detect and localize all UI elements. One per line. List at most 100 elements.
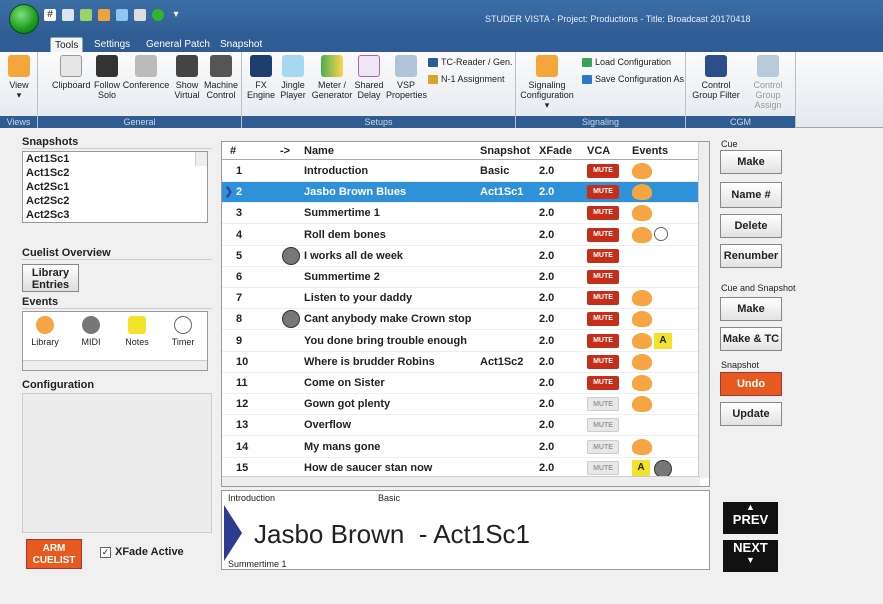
next-button[interactable]: NEXT ▼	[723, 540, 778, 572]
fx-engine-button[interactable]: FX Engine	[246, 55, 276, 100]
machine-control-button[interactable]: Machine Control	[204, 55, 238, 100]
table-row[interactable]: 9 You done bring trouble enough 2.0 MUTE A	[222, 331, 700, 352]
snapshot-section-title: Snapshot	[721, 360, 760, 370]
table-row[interactable]: 13 Overflow 2.0 MUTE	[222, 415, 700, 437]
table-row[interactable]: 6 Summertime 2 2.0 MUTE	[222, 267, 700, 288]
conference-button[interactable]: Conference	[122, 55, 170, 90]
header-snapshot[interactable]: Snapshot	[480, 145, 530, 157]
vsp-properties-button[interactable]: VSP Properties	[386, 55, 427, 100]
save-configuration-button[interactable]: Save Configuration As	[582, 74, 684, 84]
copy-icon[interactable]	[62, 9, 74, 21]
header-name[interactable]: Name	[304, 145, 334, 157]
delay-icon	[358, 55, 380, 77]
list-item[interactable]: Act1Sc2	[23, 166, 207, 180]
list-item[interactable]: Act2Sc3	[23, 208, 207, 222]
undo-button[interactable]: Undo	[720, 372, 782, 396]
grid-vertical-scrollbar[interactable]	[698, 142, 709, 478]
list-item[interactable]: Act2Sc2	[23, 194, 207, 208]
event-midi[interactable]: MIDI	[73, 316, 109, 347]
tab-general-patch[interactable]: General Patch	[142, 37, 214, 52]
header-xfade[interactable]: XFade	[539, 145, 572, 157]
header-events[interactable]: Events	[632, 145, 668, 157]
snapshots-title: Snapshots	[22, 136, 212, 149]
renumber-button[interactable]: Renumber	[720, 244, 782, 268]
qat-dropdown-icon[interactable]: ▾	[170, 9, 182, 21]
clipboard-button[interactable]: Clipboard	[52, 55, 91, 90]
table-row[interactable]: 1 Introduction Basic 2.0 MUTE	[222, 161, 700, 182]
table-row[interactable]: 10 Where is brudder Robins Act1Sc2 2.0 MUTE	[222, 352, 700, 373]
midi-icon	[82, 316, 100, 334]
library-entries-button[interactable]: Library Entries	[22, 264, 79, 292]
table-row[interactable]: ❯ 2 Jasbo Brown Blues Act1Sc1 2.0 MUTE	[222, 182, 700, 204]
xfade-active-toggle[interactable]: ✓ XFade Active	[100, 546, 184, 558]
table-row[interactable]: 3 Summertime 1 2.0 MUTE	[222, 203, 700, 225]
control-group-assign-button[interactable]: Control Group Assign	[742, 55, 794, 110]
header-vca[interactable]: VCA	[587, 145, 610, 157]
cue-xfade: 2.0	[539, 461, 555, 474]
make-button[interactable]: Make	[720, 150, 782, 174]
preview-current-cue: Jasbo Brown - Act1Sc1	[254, 519, 531, 549]
table-row[interactable]: 11 Come on Sister 2.0 MUTE	[222, 373, 700, 394]
event-notes[interactable]: Notes	[119, 316, 155, 347]
clipboard-icon[interactable]	[134, 9, 146, 21]
cuelist-grid[interactable]: # -> Name Snapshot XFade VCA Events 1 Int…	[221, 141, 710, 487]
cue-xfade: 2.0	[539, 313, 555, 326]
tab-tools[interactable]: Tools	[50, 37, 84, 52]
table-row[interactable]: 7 Listen to your daddy 2.0 MUTE	[222, 288, 700, 310]
prev-button[interactable]: ▲ PREV	[723, 502, 778, 534]
snapshots-list[interactable]: Act1Sc1 Act1Sc2 Act2Sc1 Act2Sc2 Act2Sc3	[22, 151, 208, 223]
app-menu-orb[interactable]	[9, 4, 39, 34]
events-scrollbar[interactable]	[23, 360, 207, 370]
cue-xfade: 2.0	[539, 440, 555, 453]
n1-assignment-button[interactable]: N-1 Assignment	[428, 74, 505, 84]
config-icon[interactable]	[98, 9, 110, 21]
meter-generator-button[interactable]: Meter / Generator	[310, 55, 354, 100]
follow-solo-button[interactable]: Follow Solo	[92, 55, 122, 100]
list-item[interactable]: Act1Sc1	[23, 152, 207, 166]
snapshots-scrollbar[interactable]	[195, 152, 207, 166]
down-arrow-icon: ▼	[746, 555, 755, 565]
tab-snapshot[interactable]: Snapshot	[216, 37, 266, 52]
save-icon[interactable]	[116, 9, 128, 21]
header-num[interactable]: #	[230, 145, 236, 157]
table-row[interactable]: 8 Cant anybody make Crown stop 2.0 MUTE	[222, 309, 700, 331]
paste-icon[interactable]	[80, 9, 92, 21]
make-tc-button[interactable]: Make & TC	[720, 327, 782, 351]
header-arrow[interactable]: ->	[280, 145, 290, 157]
table-row[interactable]: 12 Gown got plenty 2.0 MUTE	[222, 394, 700, 416]
load-configuration-button[interactable]: Load Configuration	[582, 57, 671, 67]
event-timer[interactable]: Timer	[165, 316, 201, 347]
grid-icon[interactable]: #	[44, 9, 56, 21]
cue-name: Where is brudder Robins	[304, 355, 435, 368]
quick-access-toolbar: # ▾	[44, 9, 182, 21]
tab-settings[interactable]: Settings	[90, 37, 134, 52]
show-virtual-button[interactable]: Show Virtual	[172, 55, 202, 100]
jingle-player-button[interactable]: Jingle Player	[278, 55, 308, 100]
make-cue-snapshot-button[interactable]: Make	[720, 297, 782, 321]
vca-mute-icon: MUTE	[587, 185, 619, 200]
event-library[interactable]: Library	[27, 316, 63, 347]
view-button[interactable]: View ▾	[4, 55, 34, 100]
cue-xfade: 2.0	[539, 419, 555, 432]
mask-icon	[632, 311, 652, 328]
table-row[interactable]: 5 I works all de week 2.0 MUTE	[222, 246, 700, 267]
grid-horizontal-scrollbar[interactable]	[222, 476, 700, 486]
tc-reader-button[interactable]: TC-Reader / Gen.	[428, 57, 513, 67]
signaling-configuration-button[interactable]: Signaling Configuration ▾	[518, 55, 576, 110]
vca-mute-icon: MUTE	[587, 270, 619, 284]
update-button[interactable]: Update	[720, 402, 782, 426]
notes-icon: A	[632, 459, 650, 476]
table-row[interactable]: 4 Roll dem bones 2.0 MUTE	[222, 225, 700, 246]
control-group-filter-button[interactable]: Control Group Filter	[690, 55, 742, 100]
ribbon: View ▾ Views Clipboard Follow Solo Confer…	[0, 52, 883, 128]
status-icon[interactable]	[152, 9, 164, 21]
arm-cuelist-button[interactable]: ARM CUELIST	[26, 539, 82, 569]
shared-delay-button[interactable]: Shared Delay	[354, 55, 384, 100]
list-item[interactable]: Act2Sc1	[23, 180, 207, 194]
delete-button[interactable]: Delete	[720, 214, 782, 238]
mask-icon	[632, 375, 652, 391]
xfade-checkbox[interactable]: ✓	[100, 546, 111, 558]
name-number-button[interactable]: Name #	[720, 182, 782, 208]
solo-icon	[96, 55, 118, 77]
table-row[interactable]: 14 My mans gone 2.0 MUTE	[222, 437, 700, 458]
